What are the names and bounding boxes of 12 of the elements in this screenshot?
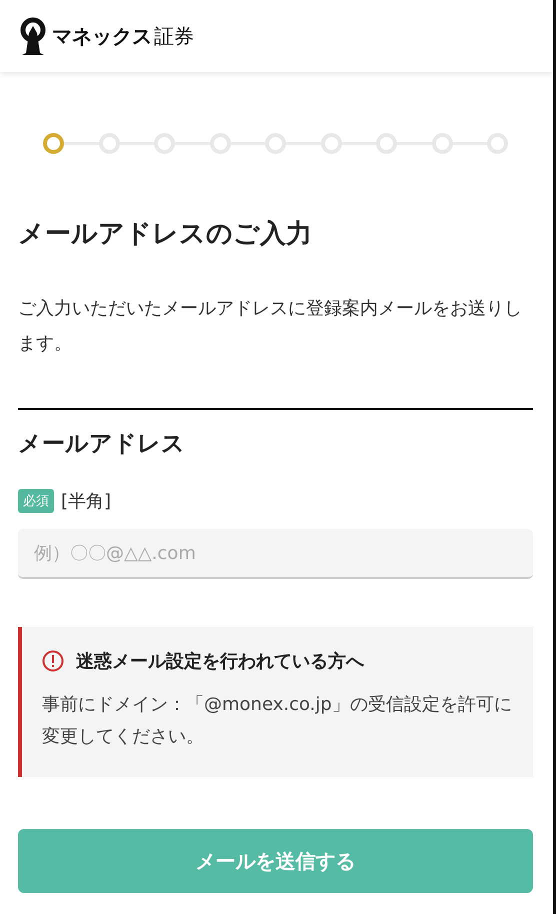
logo-suffix: 証券: [154, 22, 194, 50]
logo-brand: マネックス: [52, 22, 152, 50]
page-title: メールアドレスのご入力: [18, 218, 313, 251]
format-note: [半角]: [61, 490, 112, 513]
section-title: メールアドレス: [18, 430, 186, 459]
required-badge: 必須: [18, 489, 54, 513]
notice-title: 迷惑メール設定を行われている方へ: [76, 650, 364, 673]
send-mail-button[interactable]: メールを送信する: [18, 829, 533, 893]
description-text: ご入力いただいたメールアドレスに登録案内メールをお送りします。: [18, 297, 523, 356]
warning-icon: [42, 650, 64, 672]
email-field[interactable]: 例）〇〇@△△.com: [18, 529, 533, 579]
notice-text: 事前にドメイン：「@monex.co.jp」の受信設定を許可に変更してください。: [42, 693, 513, 749]
